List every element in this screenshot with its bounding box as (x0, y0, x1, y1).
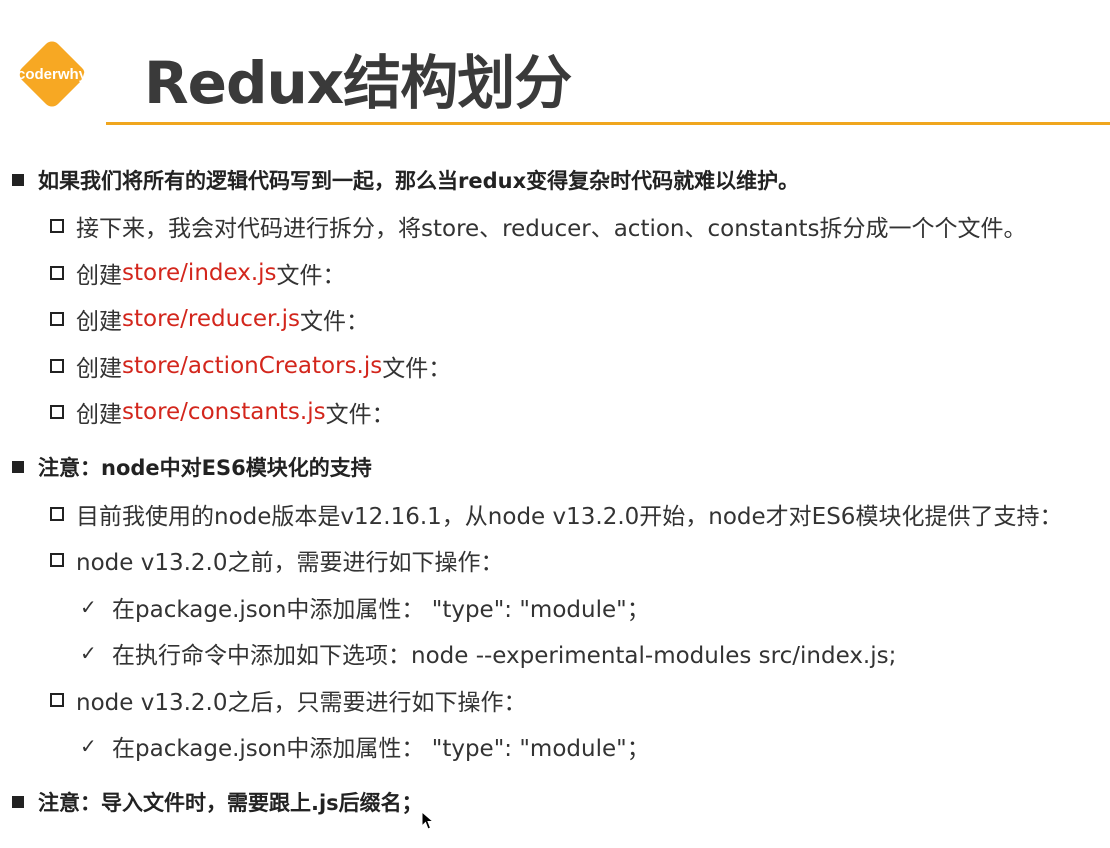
hollow-square-bullet-icon (50, 507, 64, 521)
square-bullet-icon (12, 461, 24, 473)
checkmark-icon: ✓ (80, 641, 97, 665)
sub-bullet-split-files: 接下来，我会对代码进行拆分，将store、reducer、action、cons… (50, 209, 1026, 243)
sub-bullet-text: 目前我使用的node版本是v12.16.1，从node v13.2.0开始，no… (76, 504, 1063, 530)
sub-bullet-create-action-creators: 创建 store/actionCreators.js 文件： (50, 349, 451, 383)
hollow-square-bullet-icon (50, 266, 64, 280)
mouse-pointer-icon (421, 810, 435, 836)
sub-bullet-before-v13: node v13.2.0之前，需要进行如下操作： (50, 543, 503, 577)
sub-bullet-text: node v13.2.0之后，只需要进行如下操作： (76, 690, 527, 716)
sub-bullet-prefix: 创建 (76, 263, 122, 289)
hollow-square-bullet-icon (50, 553, 64, 567)
bullet-node-es6-support: 注意：node中对ES6模块化的支持 (12, 450, 372, 484)
file-path-code: store/actionCreators.js (122, 353, 383, 379)
bullet-maintainability: 如果我们将所有的逻辑代码写到一起，那么当redux变得复杂时代码就难以维护。 (12, 163, 799, 197)
square-bullet-icon (12, 796, 24, 808)
sub-bullet-prefix: 创建 (76, 356, 122, 382)
check-item-text: 在package.json中添加属性： "type": "module"； (112, 597, 650, 623)
hollow-square-bullet-icon (50, 693, 64, 707)
check-item-text: 在执行命令中添加如下选项：node --experimental-modules… (112, 643, 897, 669)
sub-bullet-prefix: 创建 (76, 309, 122, 335)
sub-bullet-suffix: 文件： (325, 402, 395, 428)
hollow-square-bullet-icon (50, 312, 64, 326)
file-path-code: store/index.js (122, 260, 277, 286)
check-item-experimental-flag: ✓ 在执行命令中添加如下选项：node --experimental-modul… (80, 636, 896, 670)
sub-bullet-node-version: 目前我使用的node版本是v12.16.1，从node v13.2.0开始，no… (50, 497, 1062, 531)
sub-bullet-suffix: 文件： (276, 263, 346, 289)
bullet-text: 注意：node中对ES6模块化的支持 (38, 456, 372, 480)
hollow-square-bullet-icon (50, 359, 64, 373)
sub-bullet-create-reducer: 创建 store/reducer.js 文件： (50, 302, 369, 336)
sub-bullet-suffix: 文件： (300, 309, 370, 335)
sub-bullet-create-constants: 创建 store/constants.js 文件： (50, 395, 395, 429)
sub-bullet-after-v13: node v13.2.0之后，只需要进行如下操作： (50, 683, 526, 717)
sub-bullet-prefix: 创建 (76, 402, 122, 428)
check-item-package-type-after: ✓ 在package.json中添加属性： "type": "module"； (80, 729, 650, 763)
file-path-code: store/constants.js (122, 399, 326, 425)
sub-bullet-text: node v13.2.0之前，需要进行如下操作： (76, 550, 504, 576)
checkmark-icon: ✓ (80, 734, 97, 758)
hollow-square-bullet-icon (50, 219, 64, 233)
bullet-text: 注意：导入文件时，需要跟上.js后缀名； (38, 791, 423, 815)
bullet-text: 如果我们将所有的逻辑代码写到一起，那么当redux变得复杂时代码就难以维护。 (38, 169, 800, 193)
square-bullet-icon (12, 174, 24, 186)
sub-bullet-text: 接下来，我会对代码进行拆分，将store、reducer、action、cons… (76, 216, 1027, 242)
check-item-package-type: ✓ 在package.json中添加属性： "type": "module"； (80, 590, 650, 624)
slide-content: 如果我们将所有的逻辑代码写到一起，那么当redux变得复杂时代码就难以维护。 接… (0, 0, 1110, 848)
check-item-text: 在package.json中添加属性： "type": "module"； (112, 736, 650, 762)
bullet-js-extension: 注意：导入文件时，需要跟上.js后缀名； (12, 785, 423, 819)
checkmark-icon: ✓ (80, 595, 97, 619)
hollow-square-bullet-icon (50, 405, 64, 419)
sub-bullet-suffix: 文件： (382, 356, 452, 382)
file-path-code: store/reducer.js (122, 306, 301, 332)
sub-bullet-create-index: 创建 store/index.js 文件： (50, 256, 346, 290)
